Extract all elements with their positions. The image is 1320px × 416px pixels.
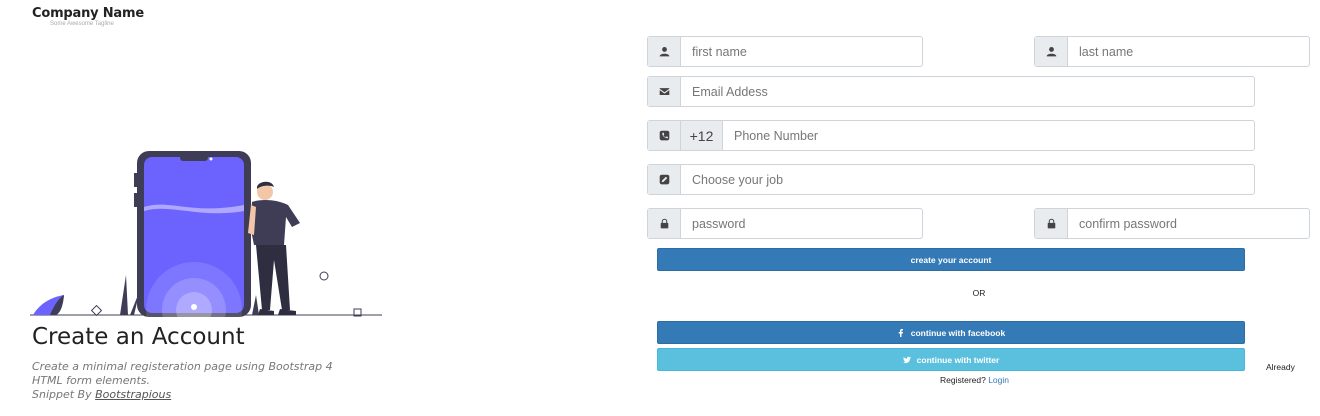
envelope-icon xyxy=(648,77,681,106)
country-code[interactable]: +12 xyxy=(681,121,723,150)
first-name-group xyxy=(647,36,923,67)
last-name-group xyxy=(1034,36,1310,67)
confirm-password-input[interactable] xyxy=(1068,209,1309,238)
registered-text: Registered? xyxy=(940,375,989,385)
phone-illustration xyxy=(30,151,382,320)
description-line-2: HTML form elements. xyxy=(32,374,151,387)
last-name-input[interactable] xyxy=(1068,37,1309,66)
create-account-button[interactable]: create your account xyxy=(657,248,1245,271)
lock-icon xyxy=(648,209,681,238)
password-group xyxy=(647,208,923,239)
facebook-button[interactable]: continue with facebook xyxy=(657,321,1245,344)
company-name: Company Name xyxy=(32,6,144,21)
job-input[interactable] xyxy=(681,165,1254,194)
twitter-button[interactable]: continue with twitter xyxy=(657,348,1245,371)
description-line-1: Create a minimal registeration page usin… xyxy=(32,360,333,373)
facebook-label: continue with facebook xyxy=(910,327,1006,338)
pencil-square-icon xyxy=(648,165,681,194)
login-link[interactable]: Login xyxy=(988,375,1009,385)
email-input[interactable] xyxy=(681,77,1254,106)
twitter-icon xyxy=(902,356,911,363)
user-icon xyxy=(648,37,681,66)
first-name-input[interactable] xyxy=(681,37,922,66)
password-input[interactable] xyxy=(681,209,922,238)
lock-icon xyxy=(1035,209,1068,238)
job-group xyxy=(647,164,1255,195)
page-description: Create a minimal registeration page usin… xyxy=(32,360,372,402)
snippet-credit: Snippet By Bootstrapious xyxy=(32,388,372,402)
already-text: Already xyxy=(1266,362,1295,372)
or-divider: OR xyxy=(972,288,986,298)
user-icon xyxy=(1035,37,1068,66)
login-prompt: Registered? Login xyxy=(940,375,1009,385)
email-group xyxy=(647,76,1255,107)
page-title: Create an Account xyxy=(32,324,245,350)
create-account-label: create your account xyxy=(910,254,992,265)
company-tagline: Some Awesome Tagline xyxy=(50,21,114,27)
snippet-prefix: Snippet By xyxy=(32,388,96,401)
snippet-author-link[interactable]: Bootstrapious xyxy=(95,388,171,401)
facebook-icon xyxy=(898,328,903,337)
phone-group: +12 xyxy=(647,120,1255,151)
phone-input[interactable] xyxy=(723,121,1254,150)
confirm-password-group xyxy=(1034,208,1310,239)
phone-square-icon xyxy=(648,121,681,150)
twitter-label: continue with twitter xyxy=(916,354,1000,365)
brand: Company Name Some Awesome Tagline xyxy=(32,6,144,27)
